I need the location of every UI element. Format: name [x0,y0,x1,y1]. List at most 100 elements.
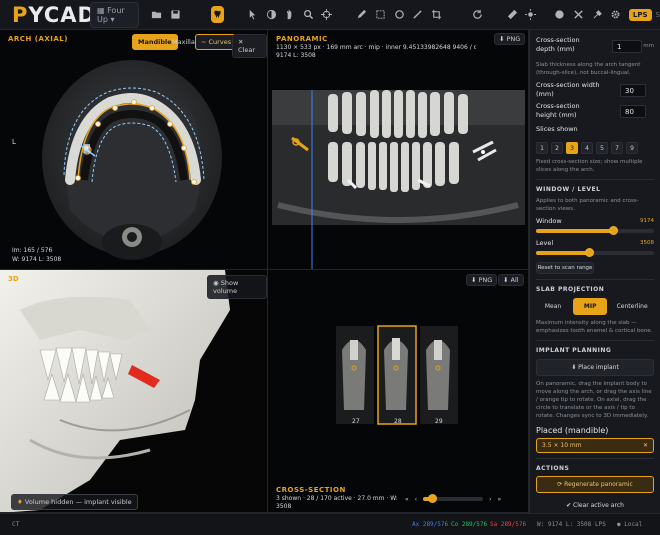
refresh-icon[interactable] [471,6,484,23]
axial-image [42,60,222,260]
panoramic-png-button[interactable]: ⬇ PNG [494,33,526,45]
tooth-icon[interactable] [211,6,224,23]
actions-header: ACTIONS [536,465,570,472]
level-label: Level [536,239,554,247]
cross-slice-slider[interactable] [423,494,484,503]
panoramic-window-level: 9174 L: 3508 [276,52,316,59]
coordinate-system-badge[interactable]: LPS [628,8,652,21]
slice-count-option[interactable]: 1 [536,142,548,154]
download-icon: ⬇ [499,35,507,43]
cross-thumb-27[interactable] [336,326,374,424]
placed-implant-item[interactable]: 3.5 × 10 mm ✕ [536,438,654,453]
cross-section-thumbnails [336,325,458,425]
slab-mean-button[interactable]: Mean [536,298,570,315]
axial-index: Ax 289/576 [412,521,449,528]
axial-title: ARCH (AXIAL) [8,35,68,43]
slice-count-option[interactable]: 2 [551,142,563,154]
circle-icon[interactable] [393,6,406,23]
slab-help: Maximum intensity along the slab — empha… [536,320,653,334]
regenerate-panoramic-button[interactable]: ⟳ Regenerate panoramic [536,476,654,493]
contrast-icon[interactable] [265,6,278,23]
pointer-icon[interactable] [246,6,259,23]
place-implant-button[interactable]: ⬇ Place implant [536,359,654,376]
height-row: Cross-section height (mm) 80 [536,102,654,120]
axial-viewport[interactable]: ARCH (AXIAL) Mandible Maxilla ~ Curves ✕… [0,30,268,270]
cross-thumb-29[interactable] [420,326,458,424]
layout-select[interactable]: ▦ Four Up ▾ [90,1,140,28]
folder-icon[interactable] [150,6,163,23]
reset-scan-range-button[interactable]: Reset to scan range [536,262,594,274]
depth-input[interactable]: 1 [612,40,642,53]
clear-button[interactable]: ✕ Clear [232,34,267,58]
app-logo: PYCAD [12,2,96,27]
depth-help: Slab thickness along the arch tangent (t… [536,62,641,76]
cross-thumb-label: 27 [352,418,360,425]
ruler-icon[interactable] [506,6,519,23]
invert-icon[interactable] [554,6,567,23]
slice-count-option[interactable]: 3 [566,142,578,154]
window-level-help: Applies to both panoramic and cross-sect… [536,198,639,212]
zoom-icon[interactable] [302,6,315,23]
slice-count-option[interactable]: 9 [626,142,638,154]
settings-icon[interactable] [609,6,622,23]
cross-section-viewport[interactable]: ⬇ PNG ⬇ All 27 28 29 CROSS-SECTION 3 sho… [268,270,529,513]
top-toolbar: PYCAD ▦ Four Up ▾ LPS S [0,0,660,30]
slab-mip-button[interactable]: MIP [573,298,608,315]
settings-panel: Cross-section depth (mm) 1 mm Slab thick… [529,30,660,513]
level-slider[interactable] [536,248,654,257]
slices-label: Slices shown [536,125,578,133]
close-icon[interactable] [572,6,585,23]
slab-projection-header: SLAB PROJECTION [536,286,605,293]
pen-icon[interactable] [356,6,369,23]
curves-button[interactable]: ~ Curves [195,34,238,50]
placed-label: Placed (mandible) [536,426,609,435]
modality-label: CT [12,521,20,528]
prev-icon[interactable]: ‹ [415,496,417,503]
cross-section-info-2: 3508 [276,503,292,510]
implant-help: On panoramic, drag the implant body to m… [536,381,652,419]
skip-back-icon[interactable]: « [405,496,409,503]
line-icon[interactable] [411,6,424,23]
window-level-header: WINDOW / LEVEL [536,186,601,193]
render-3d-viewport[interactable]: 3D ◉ Show volume ♦ Volume hidden — impla… [0,270,268,513]
cross-thumb-label: 28 [394,418,402,425]
skip-forward-icon[interactable]: » [497,496,501,503]
placed-implant-size: 3.5 × 10 mm [542,442,582,449]
remove-icon[interactable]: ✕ [643,442,648,449]
depth-label: Cross-section depth (mm) [536,36,580,53]
height-input[interactable]: 80 [620,105,646,118]
coronal-index: Co 289/576 [451,521,488,528]
width-input[interactable]: 30 [620,84,646,97]
tooth-small-icon: ♦ [17,498,25,506]
save-icon[interactable] [169,6,182,23]
pan-icon[interactable] [283,6,296,23]
window-value: 9174 [640,218,654,224]
clear-active-arch-button[interactable]: ✔ Clear active arch [536,497,654,513]
show-volume-button[interactable]: ◉ Show volume [207,275,267,299]
panoramic-image [272,90,525,269]
cross-thumb-28[interactable] [377,325,417,425]
cross-section-title: CROSS-SECTION [276,486,346,494]
tools-icon[interactable] [591,6,604,23]
level-row: Level 3508 [536,239,654,248]
status-coord-system: LPS [595,521,606,528]
slice-count-option[interactable]: 4 [581,142,593,154]
width-row: Cross-section width (mm) 30 [536,81,654,99]
slice-count-option[interactable]: 5 [596,142,608,154]
slab-centerline-button[interactable]: Centerline [610,298,654,315]
select-icon[interactable] [374,6,387,23]
next-icon[interactable]: › [489,496,491,503]
brightness-icon[interactable] [524,6,537,23]
slices-selector: 1234579 [536,137,654,154]
axial-image-index: Im: 165 / 576 [12,247,53,254]
slices-help: Fixed cross-section size; show multiple … [536,159,643,173]
slice-count-option[interactable]: 7 [611,142,623,154]
window-slider[interactable] [536,226,654,235]
panoramic-viewport[interactable]: PANORAMIC 1130 × 533 px · 169 mm arc · m… [268,30,529,270]
crop-icon[interactable] [430,6,443,23]
crosshair-icon[interactable] [321,6,334,23]
status-bar: CT Ax 289/576 Co 289/576 Sa 289/576 W: 9… [0,513,660,535]
